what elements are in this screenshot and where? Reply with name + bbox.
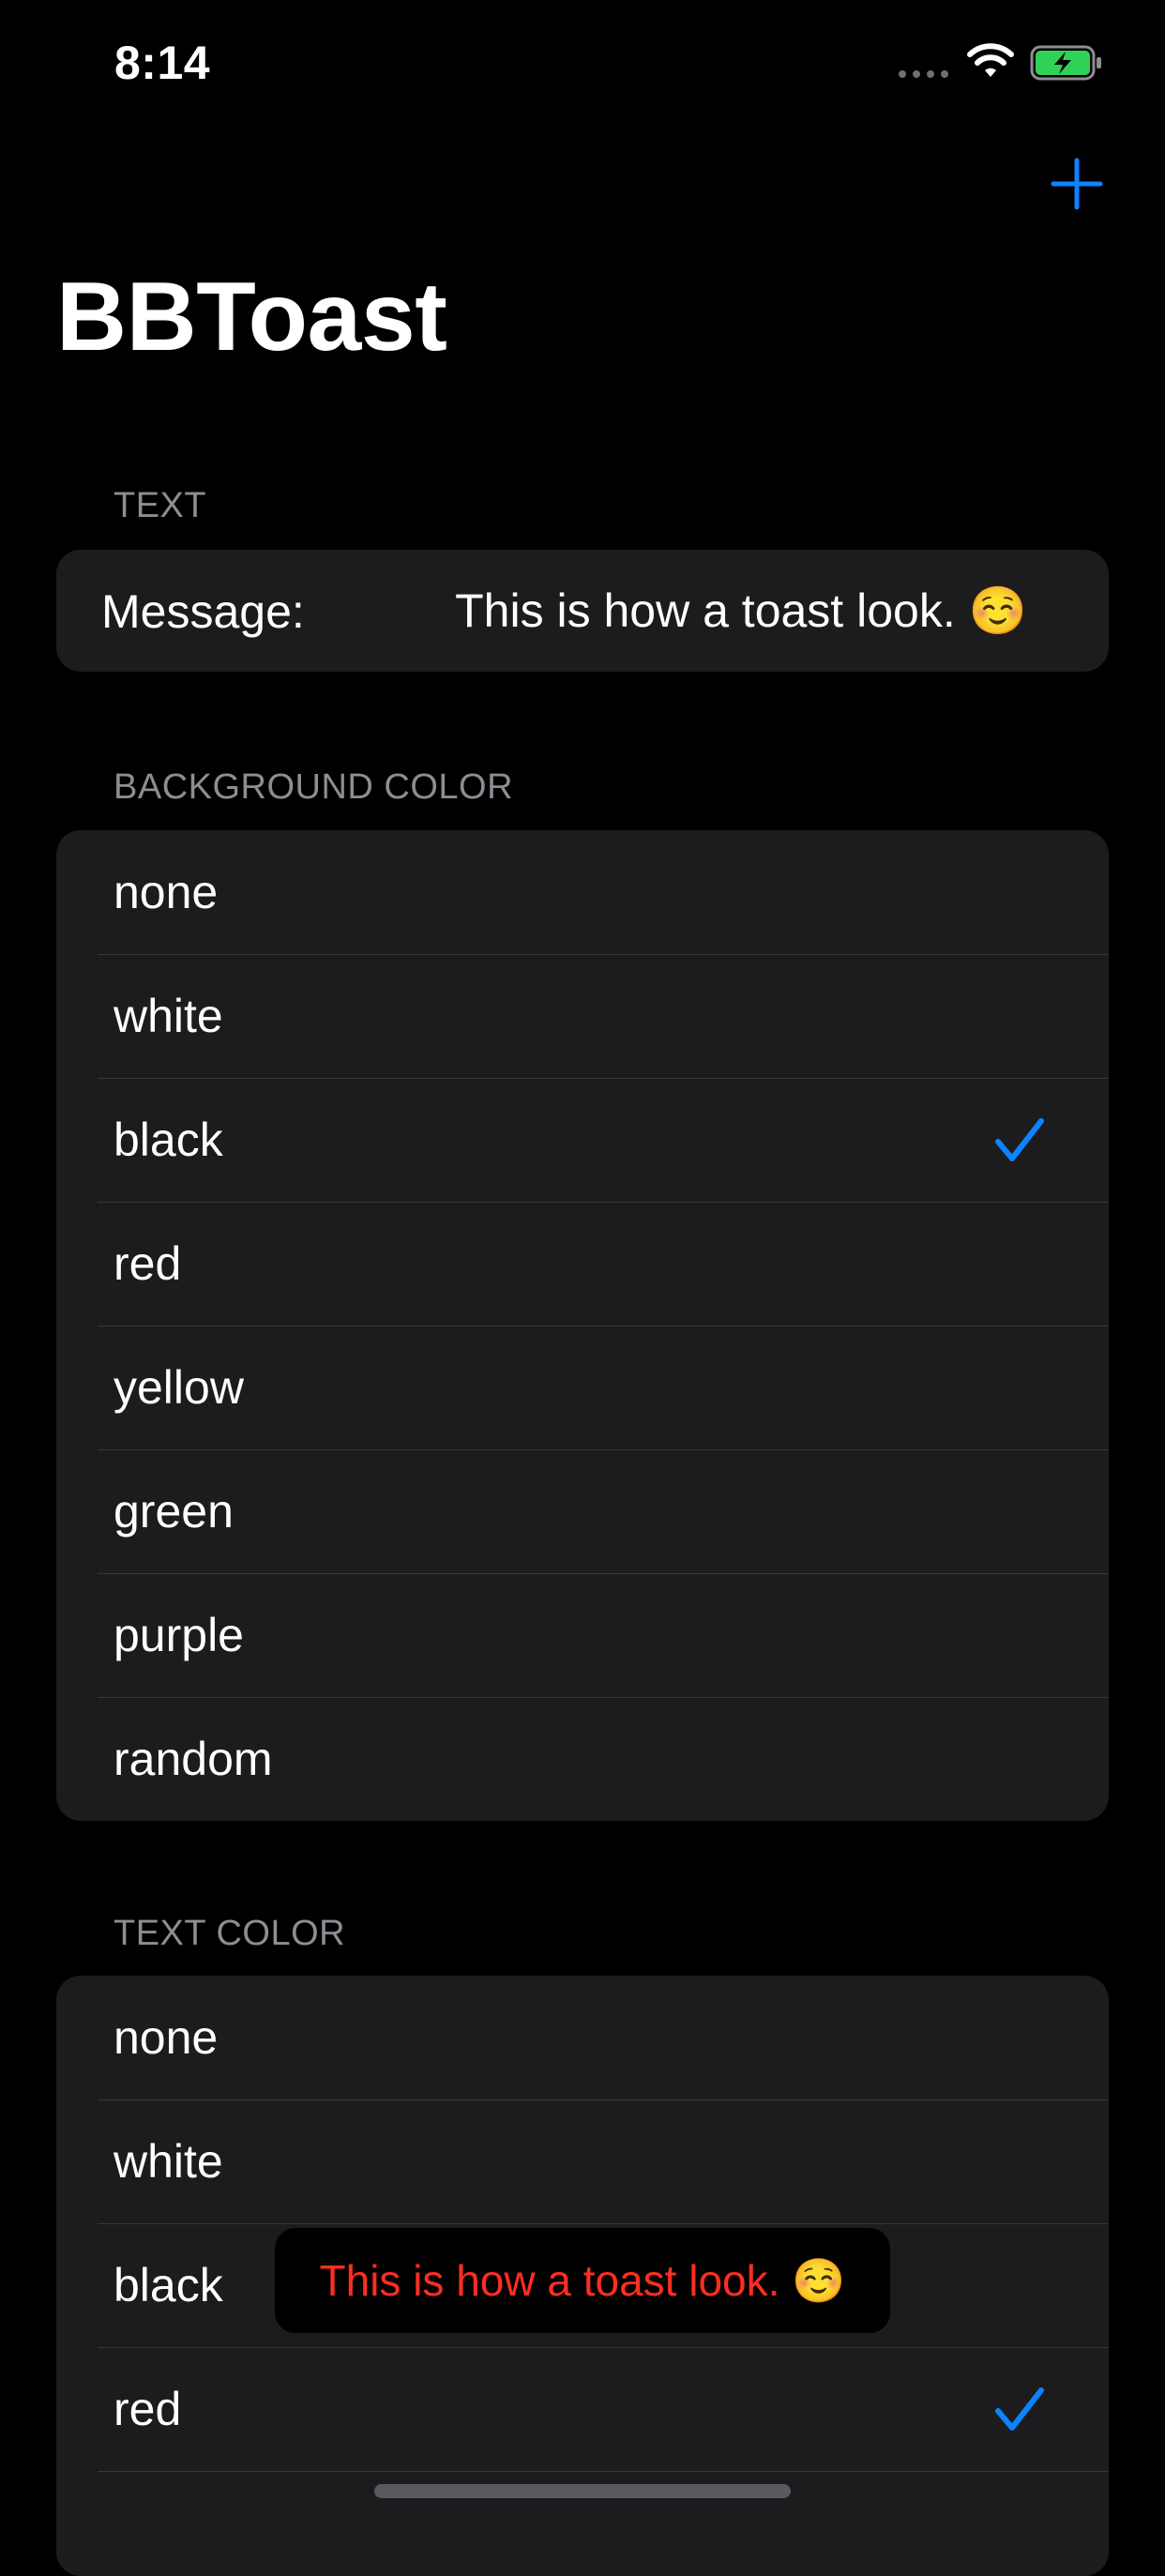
battery-charging-icon xyxy=(1030,45,1101,81)
background-color-group: none white black red yellow green purple… xyxy=(56,830,1109,1821)
option-label: none xyxy=(113,866,219,918)
cellular-signal-icon xyxy=(899,70,948,78)
option-label: purple xyxy=(113,1609,244,1661)
option-label: white xyxy=(113,990,223,1042)
background-option-purple[interactable]: purple xyxy=(56,1573,1109,1697)
option-label: black xyxy=(113,1114,223,1166)
background-option-yellow[interactable]: yellow xyxy=(56,1326,1109,1449)
page-title: BBToast xyxy=(56,263,447,371)
checkmark-icon xyxy=(995,2387,1044,2431)
option-label: white xyxy=(113,2135,223,2188)
text-color-option-white[interactable]: white xyxy=(56,2099,1109,2223)
message-label: Message: xyxy=(101,585,305,638)
text-color-option-none[interactable]: none xyxy=(56,1976,1109,2099)
option-label: none xyxy=(113,2011,219,2064)
background-option-red[interactable]: red xyxy=(56,1202,1109,1326)
plus-icon[interactable] xyxy=(1051,158,1103,210)
wifi-icon xyxy=(967,43,1014,77)
home-indicator[interactable] xyxy=(374,2484,791,2498)
option-label: green xyxy=(113,1485,234,1538)
checkmark-icon xyxy=(995,1118,1044,1161)
text-group: Message: xyxy=(56,550,1109,672)
status-time: 8:14 xyxy=(114,37,211,89)
option-label: red xyxy=(113,1237,182,1290)
option-label: random xyxy=(113,1733,273,1785)
message-row: Message: xyxy=(56,550,1109,672)
option-label: red xyxy=(113,2383,182,2435)
background-option-none[interactable]: none xyxy=(56,830,1109,954)
option-label: black xyxy=(113,2259,223,2311)
text-color-option-red[interactable]: red xyxy=(56,2347,1109,2471)
section-header-text: TEXT xyxy=(113,486,207,525)
message-field[interactable] xyxy=(413,568,1069,653)
background-option-green[interactable]: green xyxy=(56,1449,1109,1573)
option-label: yellow xyxy=(113,1361,244,1414)
background-option-black[interactable]: black xyxy=(56,1078,1109,1202)
toast: This is how a toast look. ☺️ xyxy=(275,2228,890,2333)
section-header-background-color: BACKGROUND COLOR xyxy=(113,767,514,807)
background-option-random[interactable]: random xyxy=(56,1697,1109,1821)
status-bar: 8:14 xyxy=(0,0,1165,131)
background-option-white[interactable]: white xyxy=(56,954,1109,1078)
section-header-text-color: TEXT COLOR xyxy=(113,1914,346,1953)
